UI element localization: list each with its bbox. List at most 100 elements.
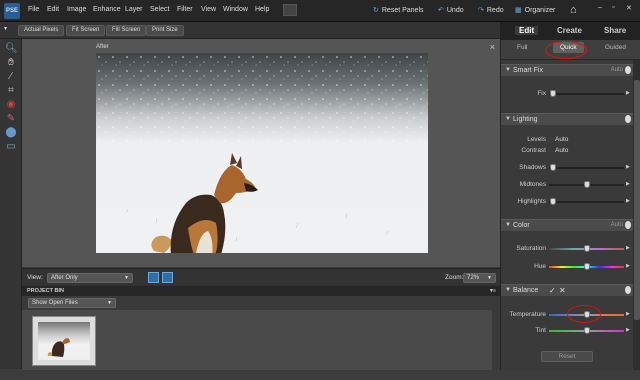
minimize-button[interactable]: –	[598, 4, 602, 11]
tab-edit[interactable]: Edit	[515, 26, 539, 35]
sync-views-icon[interactable]	[162, 272, 173, 283]
photo-image	[96, 53, 428, 253]
redo-button[interactable]: ↷ Redo	[478, 6, 504, 14]
bin-scrollbar[interactable]	[492, 310, 500, 370]
menu-filter[interactable]: Filter	[177, 6, 193, 13]
photo-thumbnail[interactable]	[32, 316, 96, 366]
reset-panels-label: Reset Panels	[381, 7, 424, 14]
fill-screen-button[interactable]: Fill Screen	[106, 25, 147, 36]
lighting-header[interactable]: ▼ Lighting	[501, 113, 633, 125]
menu-enhance[interactable]: Enhance	[93, 6, 121, 13]
shadows-label: Shadows	[519, 164, 546, 171]
chevron-down-icon: ▼	[124, 275, 129, 281]
menu-view[interactable]: View	[201, 6, 216, 13]
color-auto-button[interactable]: Auto	[611, 222, 623, 228]
lightbulb-icon[interactable]	[625, 286, 631, 294]
swap-views-icon[interactable]	[148, 272, 159, 283]
shadows-slider[interactable]	[549, 164, 624, 171]
bin-filter-select[interactable]: Show Open Files ▼	[28, 298, 116, 308]
balance-header[interactable]: ▼ Balance ✓ ✕	[501, 284, 633, 296]
hue-slider-knob[interactable]	[584, 263, 590, 270]
menu-edit[interactable]: Edit	[47, 6, 59, 13]
temperature-highlight-ring	[567, 305, 601, 323]
menu-layer[interactable]: Layer	[125, 6, 143, 13]
temperature-arrow-icon[interactable]: ▶	[626, 311, 630, 317]
menu-file[interactable]: File	[28, 6, 39, 13]
hue-slider[interactable]	[549, 263, 624, 270]
tint-arrow-icon[interactable]: ▶	[626, 327, 630, 333]
subtab-full[interactable]: Full	[517, 44, 527, 51]
bin-menu-icon[interactable]: ▾≡	[490, 286, 496, 296]
levels-auto-button[interactable]: Auto	[555, 136, 568, 143]
subtab-guided[interactable]: Guided	[605, 44, 626, 51]
smart-fix-header[interactable]: ▼ Smart Fix Auto	[501, 64, 633, 76]
actual-pixels-button[interactable]: Actual Pixels	[18, 25, 65, 36]
lightbulb-icon[interactable]	[625, 115, 631, 123]
zoom-select[interactable]: 72% ▼	[463, 273, 496, 283]
hue-label: Hue	[534, 263, 546, 270]
lightbulb-icon[interactable]	[625, 221, 631, 229]
reset-panels-button[interactable]: ↻ Reset Panels	[373, 6, 424, 14]
quick-selection-tool-icon[interactable]: ⁄	[5, 71, 17, 83]
photo-canvas[interactable]	[96, 53, 428, 253]
saturation-arrow-icon[interactable]: ▶	[626, 245, 630, 251]
redo-icon: ↷	[478, 7, 484, 14]
project-bin-title: PROJECT BIN	[27, 288, 64, 294]
tool-preset-icon[interactable]: ▾	[4, 25, 7, 32]
shadows-arrow-icon[interactable]: ▶	[626, 164, 630, 170]
saturation-slider-knob[interactable]	[584, 245, 590, 252]
saturation-slider[interactable]	[549, 245, 624, 252]
arrange-icon[interactable]	[283, 4, 297, 16]
view-status-bar: View: After Only ▼ Zoom: 72% ▼	[22, 268, 500, 286]
view-select[interactable]: After Only ▼	[47, 273, 133, 283]
tint-slider-knob[interactable]	[584, 327, 590, 334]
tint-slider[interactable]	[549, 327, 624, 334]
highlights-slider[interactable]	[549, 198, 624, 205]
contrast-auto-button[interactable]: Auto	[555, 147, 568, 154]
close-button[interactable]: ✕	[626, 4, 632, 12]
midtones-arrow-icon[interactable]: ▶	[626, 181, 630, 187]
panel-scrollbar[interactable]	[633, 60, 640, 370]
fix-slider-arrow-icon[interactable]: ▶	[626, 90, 630, 96]
cancel-x-icon[interactable]: ✕	[559, 286, 566, 295]
make-dull-sky-blue-icon[interactable]: ⬤	[5, 127, 17, 139]
color-header[interactable]: ▼ Color Auto	[501, 219, 633, 231]
organizer-button[interactable]: ▦ Organizer	[515, 6, 555, 14]
organizer-icon: ▦	[515, 7, 522, 14]
menu-select[interactable]: Select	[150, 6, 169, 13]
hue-arrow-icon[interactable]: ▶	[626, 263, 630, 269]
tab-create[interactable]: Create	[557, 26, 582, 35]
restore-button[interactable]: ▫	[612, 4, 614, 11]
highlights-arrow-icon[interactable]: ▶	[626, 198, 630, 204]
undo-button[interactable]: ↶ Undo	[438, 6, 464, 14]
menu-help[interactable]: Help	[255, 6, 269, 13]
home-icon[interactable]: ⌂	[570, 4, 577, 16]
fix-slider-knob[interactable]	[550, 90, 556, 97]
hand-tool-icon[interactable]: ✋︎	[5, 57, 17, 69]
panel-scrollbar-thumb[interactable]	[634, 80, 640, 320]
reset-button[interactable]: Reset	[541, 351, 593, 362]
crop-tool-icon[interactable]: ⌗	[5, 85, 17, 97]
close-document-icon[interactable]: ×	[490, 42, 495, 52]
commit-check-icon[interactable]: ✓	[549, 286, 556, 295]
fix-slider[interactable]	[549, 90, 624, 97]
print-size-button[interactable]: Print Size	[146, 25, 184, 36]
red-eye-tool-icon[interactable]: ◉	[5, 99, 17, 111]
fit-screen-button[interactable]: Fit Screen	[66, 25, 106, 36]
lightbulb-icon[interactable]	[625, 66, 631, 74]
shadows-slider-knob[interactable]	[550, 164, 556, 171]
contrast-label: Contrast	[521, 147, 546, 154]
smart-fix-auto-button[interactable]: Auto	[611, 67, 623, 73]
view-select-value: After Only	[51, 275, 78, 281]
menu-window[interactable]: Window	[223, 6, 248, 13]
black-white-tool-icon[interactable]: ▭	[5, 141, 17, 153]
highlights-slider-knob[interactable]	[550, 198, 556, 205]
zoom-value: 72%	[467, 275, 480, 281]
whiten-teeth-tool-icon[interactable]: ✎	[5, 113, 17, 125]
midtones-slider-knob[interactable]	[584, 181, 590, 188]
midtones-slider[interactable]	[549, 181, 624, 188]
panel-tabs: Edit Create Share	[501, 22, 640, 40]
zoom-tool-icon[interactable]: 🔍︎	[5, 43, 18, 55]
menu-image[interactable]: Image	[67, 6, 86, 13]
tab-share[interactable]: Share	[604, 26, 626, 35]
